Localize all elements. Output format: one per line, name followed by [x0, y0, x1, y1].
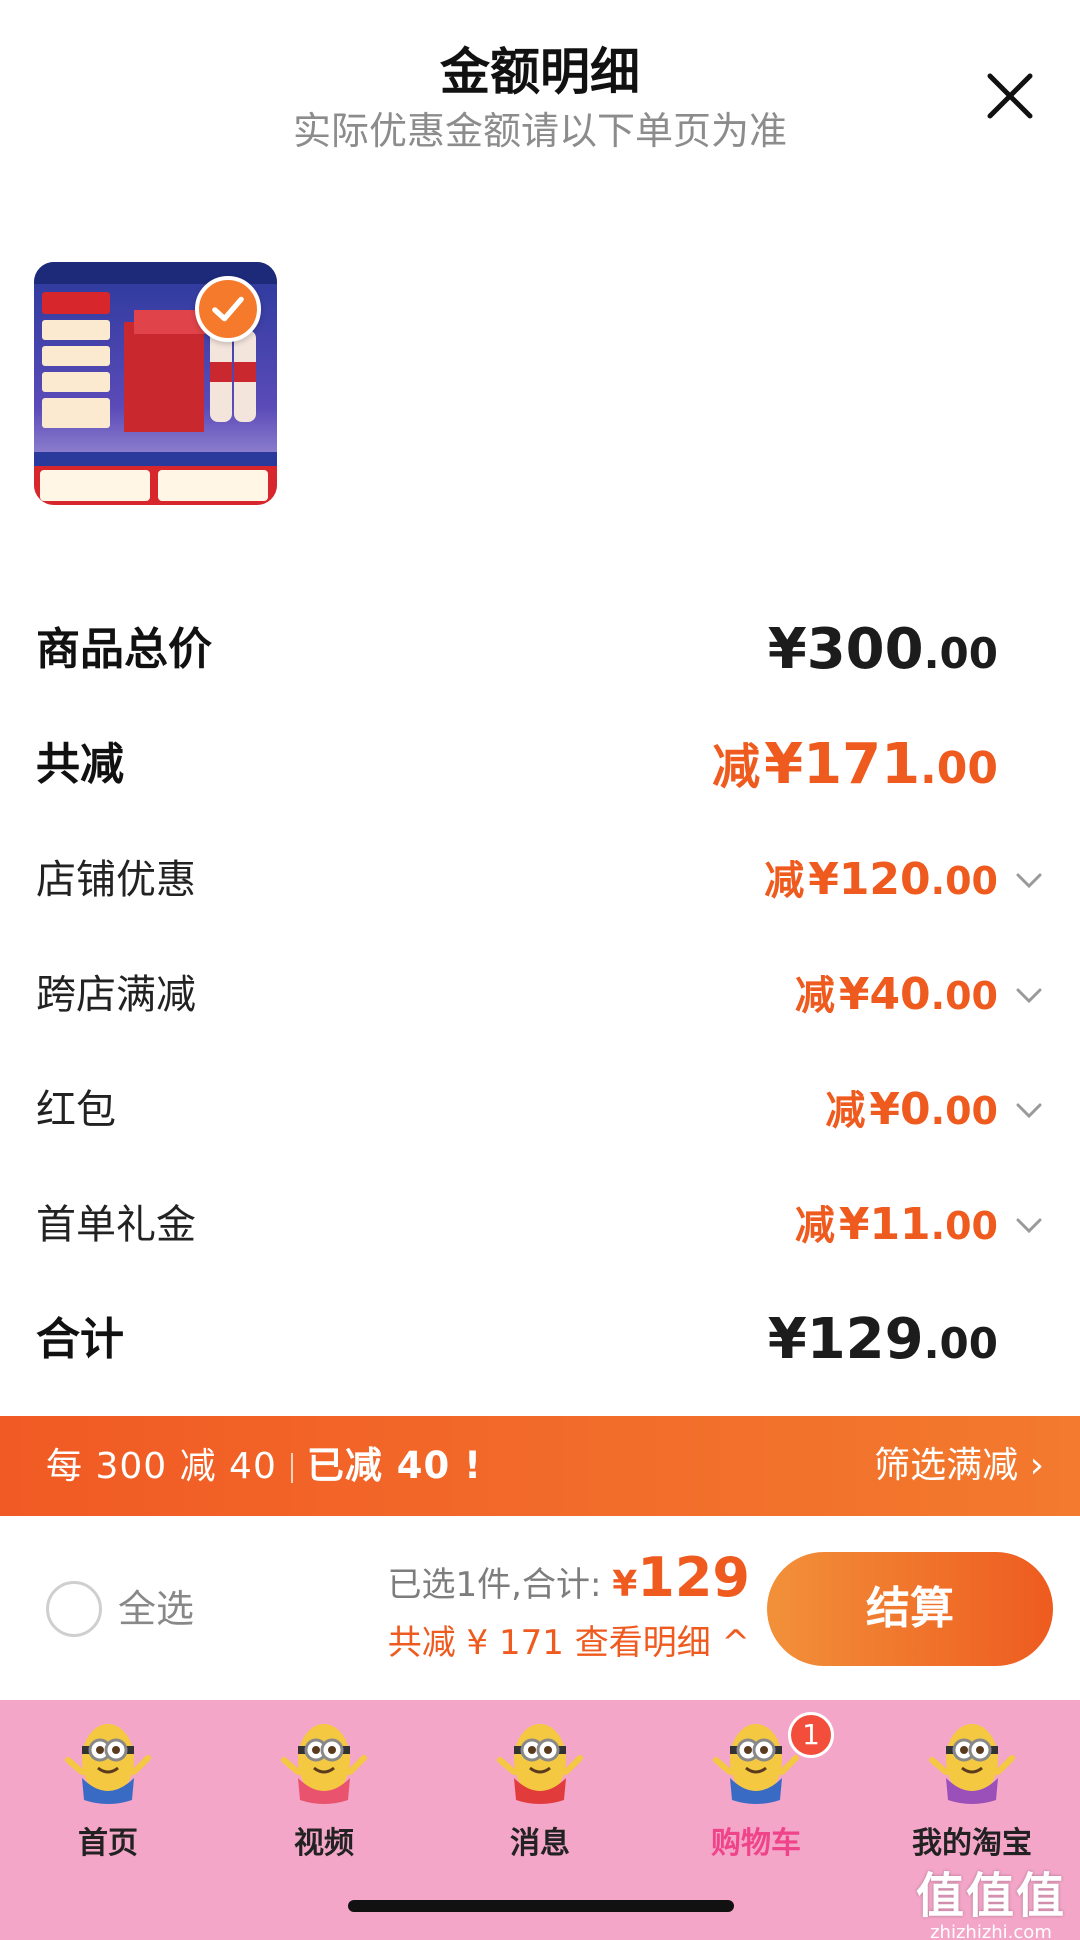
tab-home[interactable]: 首页 [0, 1700, 216, 1890]
price-row[interactable]: 红包 减¥0.00 [36, 1075, 1046, 1145]
promo-banner: 每 300 减 40 已减 40 ! 筛选满减 › [0, 1416, 1080, 1516]
amount-decimal: .00 [923, 1319, 998, 1368]
yen-sign: ¥ [838, 1199, 870, 1250]
close-icon[interactable] [980, 66, 1040, 126]
price-row[interactable]: 跨店满减 减¥40.00 [36, 960, 1046, 1030]
amount-integer: 300 [806, 617, 924, 682]
chevron-down-icon[interactable] [1012, 978, 1046, 1012]
selected-count-text: 已选1件,合计: [387, 1565, 613, 1605]
price-row-value: 减¥120.00 [764, 845, 998, 924]
price-row: 商品总价 ¥300.00 [36, 615, 1046, 685]
chevron-down-icon[interactable] [1012, 1093, 1046, 1127]
view-detail-link[interactable]: 共减 ¥ 171 查看明细 ^ [350, 1615, 750, 1664]
order-summary: 已选1件,合计: ¥129 共减 ¥ 171 查看明细 ^ [350, 1546, 751, 1664]
price-row-value: ¥129.00 [768, 1305, 998, 1388]
select-all-label[interactable]: 全选 [118, 1578, 194, 1640]
amount-decimal: .00 [930, 1204, 998, 1248]
price-row-label: 合计 [36, 1314, 124, 1365]
reduce-prefix: 减 [794, 973, 835, 1019]
price-row: 共减 减¥171.00 [36, 730, 1046, 800]
tab-label: 购物车 [711, 1826, 801, 1861]
watermark: 值值值 zhizhizhi.com [916, 1856, 1066, 1940]
amount-integer: 11 [869, 1199, 931, 1250]
price-row-label: 红包 [36, 1087, 116, 1133]
cart-count-badge: 1 [788, 1712, 834, 1758]
sheet-subtitle: 实际优惠金额请以下单页为准 [292, 109, 787, 153]
tab-cart[interactable]: 购物车 1 [648, 1700, 864, 1890]
yen-sign: ¥ [764, 732, 804, 797]
reduce-prefix: 减 [825, 1088, 866, 1134]
yen-sign: ¥ [767, 1307, 807, 1372]
minion-mascot-icon [497, 1724, 583, 1804]
price-row-value: 减¥40.00 [795, 960, 998, 1039]
promo-status: 已减 40 ! [306, 1444, 482, 1487]
promo-rule: 每 300 减 40 [46, 1446, 277, 1487]
minion-mascot-icon [281, 1724, 367, 1804]
amount-integer: 0 [900, 1084, 931, 1135]
price-row-label: 商品总价 [36, 624, 212, 675]
tab-video[interactable]: 视频 [216, 1700, 432, 1890]
total-amount: ¥129 [612, 1546, 750, 1609]
reduce-prefix: 减 [794, 1203, 835, 1249]
reduce-prefix: 减 [764, 858, 805, 904]
selected-check-icon[interactable] [195, 276, 261, 342]
price-row-value: 减¥11.00 [795, 1190, 998, 1269]
sheet-title: 金额明细 [440, 43, 640, 101]
price-row-label: 跨店满减 [36, 972, 196, 1018]
price-row-value: 减¥171.00 [712, 730, 998, 813]
tab-label: 消息 [510, 1826, 570, 1861]
amount-decimal: .00 [930, 974, 998, 1018]
minion-mascot-icon [65, 1724, 151, 1804]
yen-sign: ¥ [808, 854, 839, 905]
watermark-site: zhizhizhi.com [930, 1922, 1052, 1940]
reduce-prefix: 减 [712, 739, 761, 795]
checkout-bar: 全选 已选1件,合计: ¥129 共减 ¥ 171 查看明细 ^ 结算 [0, 1516, 1080, 1700]
yen-sign: ¥ [838, 969, 870, 1020]
price-row-label: 共减 [36, 739, 124, 790]
price-row-label: 首单礼金 [36, 1202, 196, 1248]
price-row: 合计 ¥129.00 [36, 1305, 1046, 1375]
amount-integer: 120 [838, 854, 931, 905]
price-row[interactable]: 店铺优惠 减¥120.00 [36, 845, 1046, 915]
amount-integer: 171 [803, 732, 921, 797]
promo-divider [290, 1453, 293, 1483]
price-row[interactable]: 首单礼金 减¥11.00 [36, 1190, 1046, 1260]
summary-total-line: 已选1件,合计: ¥129 [350, 1546, 751, 1609]
amount-decimal: .00 [930, 1089, 998, 1133]
amount-decimal: .00 [920, 743, 998, 794]
price-row-value: 减¥0.00 [825, 1075, 998, 1154]
total-yen: ¥ [612, 1564, 638, 1605]
amount-decimal: .00 [923, 629, 998, 678]
watermark-title: 值值值 [915, 1868, 1066, 1924]
price-row-value: ¥300.00 [768, 615, 998, 698]
promo-left: 每 300 减 40 已减 40 ! [46, 1416, 482, 1517]
amount-integer: 40 [869, 969, 931, 1020]
total-value: 129 [637, 1546, 750, 1609]
home-indicator [348, 1900, 734, 1912]
yen-sign: ¥ [869, 1084, 901, 1135]
tab-label: 视频 [294, 1826, 354, 1861]
minion-mascot-icon [929, 1724, 1015, 1804]
chevron-down-icon[interactable] [1012, 863, 1046, 897]
price-row-label: 店铺优惠 [36, 857, 196, 903]
checkout-button[interactable]: 结算 [767, 1552, 1053, 1666]
chevron-down-icon[interactable] [1012, 1208, 1046, 1242]
amount-decimal: .00 [930, 859, 998, 903]
tab-messages[interactable]: 消息 [432, 1700, 648, 1890]
amount-integer: 129 [806, 1307, 924, 1372]
select-all-radio[interactable] [46, 1581, 102, 1637]
yen-sign: ¥ [767, 617, 807, 682]
filter-discount-link[interactable]: 筛选满减 › [874, 1416, 1044, 1516]
tab-label: 首页 [78, 1826, 138, 1861]
